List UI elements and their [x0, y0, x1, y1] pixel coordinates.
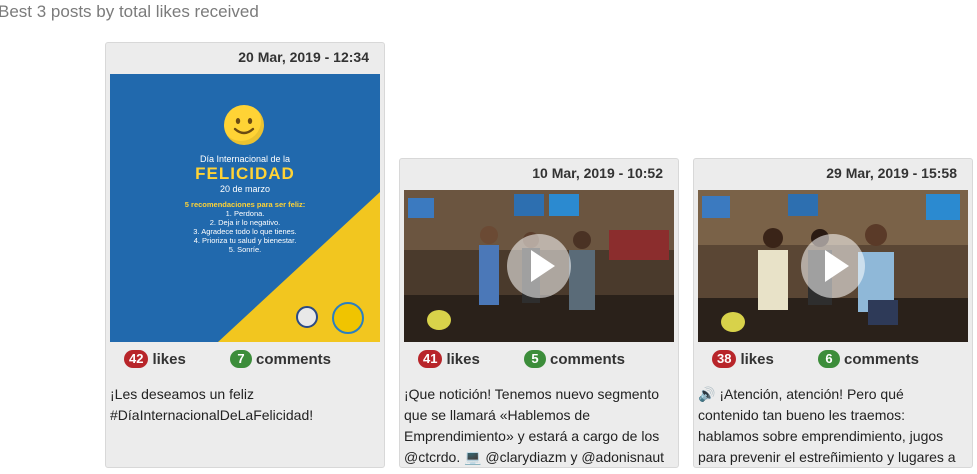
comments-badge: 7: [230, 350, 252, 368]
comments-label: comments: [550, 351, 626, 368]
comments-badge: 5: [524, 350, 546, 368]
likes-badge: 42: [124, 350, 149, 368]
poster-item: 3. Agradece todo lo que tienes.: [193, 227, 297, 236]
post-comments: 5 comments: [524, 350, 625, 368]
post-caption: ¡Que notición! Tenemos nuevo segmento qu…: [404, 386, 665, 465]
poster-line-1: Día Internacional de la: [199, 154, 291, 164]
post-caption: 🔊 ¡Atención, atención! Pero qué contenid…: [698, 386, 956, 465]
post-caption: ¡Les deseamos un feliz #DíaInternacional…: [110, 386, 314, 423]
post-stats: 42 likes: [124, 350, 186, 368]
play-icon[interactable]: [801, 234, 865, 298]
poster-item: 5. Sonríe.: [228, 245, 262, 254]
play-icon[interactable]: [507, 234, 571, 298]
comments-label: comments: [256, 351, 332, 368]
post-stats: 38 likes: [712, 350, 774, 368]
post-video[interactable]: [698, 190, 968, 342]
likes-label: likes: [446, 351, 480, 368]
post-comments: 7 comments: [230, 350, 331, 368]
poster-line-3: 20 de marzo: [219, 184, 271, 194]
institution-logo: [296, 306, 318, 328]
post-comments: 6 comments: [818, 350, 919, 368]
poster-item: 2. Deja ir lo negativo.: [209, 218, 281, 227]
poster-headline: FELICIDAD: [195, 164, 295, 183]
poster-subheading: 5 recomendaciones para ser feliz:: [184, 200, 306, 209]
likes-badge: 38: [712, 350, 737, 368]
program-logo: [332, 302, 364, 334]
likes-label: likes: [740, 351, 774, 368]
poster-item: 4. Prioriza tu salud y bienestar.: [193, 236, 297, 245]
post-card[interactable]: 10 Mar, 2019 - 10:52 41 likes 5 comments ¡…: [399, 158, 679, 468]
smiley-icon: [224, 105, 264, 145]
likes-badge: 41: [418, 350, 443, 368]
post-card[interactable]: 29 Mar, 2019 - 15:58 38 likes 6 comments 🔊…: [693, 158, 973, 468]
comments-badge: 6: [818, 350, 840, 368]
post-card[interactable]: 20 Mar, 2019 - 12:34 Día Internacional d…: [105, 42, 385, 468]
post-date: 20 Mar, 2019 - 12:34: [238, 49, 369, 65]
post-date: 29 Mar, 2019 - 15:58: [826, 165, 957, 181]
comments-label: comments: [844, 351, 920, 368]
section-title: Best 3 posts by total likes received: [0, 2, 259, 21]
post-date: 10 Mar, 2019 - 10:52: [532, 165, 663, 181]
post-stats: 41 likes: [418, 350, 480, 368]
poster-item: 1. Perdona.: [225, 209, 265, 218]
likes-label: likes: [152, 351, 186, 368]
post-video[interactable]: [404, 190, 674, 342]
post-image[interactable]: Día Internacional de la FELICIDAD 20 de …: [110, 74, 380, 342]
